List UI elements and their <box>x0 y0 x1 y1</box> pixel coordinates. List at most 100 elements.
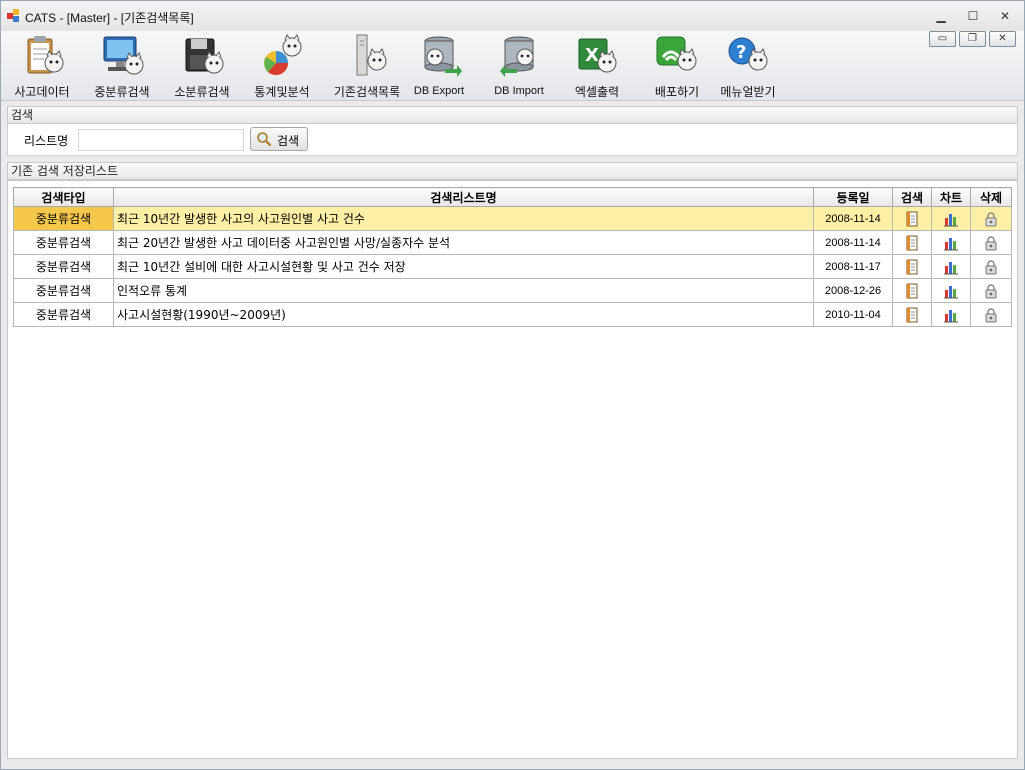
column-header-delete[interactable]: 삭제 <box>970 187 1012 207</box>
toolbar-sub-search-button[interactable]: 소분류검색 <box>167 33 237 99</box>
lock-delete-icon[interactable] <box>983 283 999 299</box>
notebook-icon[interactable] <box>904 259 920 275</box>
window-close-button[interactable]: ✕ <box>998 9 1012 23</box>
mdi-minimize-button[interactable]: ▭ <box>929 31 956 47</box>
row-list-name: 최근 10년간 설비에 대한 사고시설현황 및 사고 건수 저장 <box>113 254 814 279</box>
bar-chart-icon[interactable] <box>943 259 959 275</box>
column-header-search[interactable]: 검색 <box>892 187 932 207</box>
row-list-name: 최근 10년간 발생한 사고의 사고원인별 사고 건수 <box>113 206 814 231</box>
floppy-cat-icon <box>185 38 224 74</box>
row-chart-cell[interactable] <box>931 302 971 327</box>
mdi-restore-button[interactable]: ❐ <box>959 31 986 47</box>
column-header-chart[interactable]: 차트 <box>931 187 971 207</box>
column-header-type[interactable]: 검색타입 <box>13 187 114 207</box>
row-date: 2008-11-17 <box>813 254 893 279</box>
table-row[interactable]: 중분류검색 최근 20년간 발생한 사고 데이터중 사고원인별 사망/실종자수 분… <box>13 230 1012 255</box>
toolbar-manual-download-button[interactable]: ? 메뉴얼받기 <box>715 33 781 99</box>
row-chart-cell[interactable] <box>931 254 971 279</box>
bar-chart-icon[interactable] <box>943 211 959 227</box>
toolbar-label: 기존검색목록 <box>333 85 401 99</box>
notebook-icon[interactable] <box>904 211 920 227</box>
main-toolbar: 사고데이터 중분류검색 소분류검색 통계및분석 기존검색목록 DB Export… <box>1 31 1024 101</box>
notebook-icon[interactable] <box>904 307 920 323</box>
svg-text:?: ? <box>736 42 746 63</box>
toolbar-accident-data-button[interactable]: 사고데이터 <box>7 33 77 99</box>
toolbar-deploy-button[interactable]: 배포하기 <box>646 33 708 99</box>
toolbar-label: 배포하기 <box>654 85 700 99</box>
row-search-cell[interactable] <box>892 230 932 255</box>
window-maximize-button[interactable]: ☐ <box>966 9 980 23</box>
row-date: 2008-12-26 <box>813 278 893 303</box>
lock-delete-icon[interactable] <box>983 235 999 251</box>
row-delete-cell[interactable] <box>970 302 1012 327</box>
search-group-header: 검색 <box>7 106 1018 124</box>
row-delete-cell[interactable] <box>970 254 1012 279</box>
lock-delete-icon[interactable] <box>983 211 999 227</box>
toolbar-statistics-button[interactable]: 통계및분석 <box>247 33 317 99</box>
row-search-type: 중분류검색 <box>13 254 114 279</box>
mdi-controls: ▭ ❐ ✕ <box>929 31 1016 47</box>
row-chart-cell[interactable] <box>931 278 971 303</box>
main-window: CATS - [Master] - [기존검색목록] ▁ ☐ ✕ 사고데이터 중… <box>0 0 1025 770</box>
row-list-name: 인적오류 통계 <box>113 278 814 303</box>
table-row[interactable]: 중분류검색 최근 10년간 설비에 대한 사고시설현황 및 사고 건수 저장 200… <box>13 254 1012 279</box>
search-button[interactable]: 검색 <box>250 127 308 151</box>
toolbar-excel-export-button[interactable]: X 엑셀출력 <box>567 33 627 99</box>
toolbar-label: 소분류검색 <box>174 85 230 99</box>
table-row[interactable]: 중분류검색 인적오류 통계 2008-12-26 <box>13 278 1012 303</box>
mdi-close-button[interactable]: ✕ <box>989 31 1016 47</box>
saved-search-table: 검색타입 검색리스트명 등록일 검색 차트 삭제 중분류검색 최근 10년간 발생… <box>13 187 1012 327</box>
toolbar-mid-search-button[interactable]: 중분류검색 <box>87 33 157 99</box>
row-search-type: 중분류검색 <box>13 230 114 255</box>
toolbar-db-export-button[interactable]: DB Export <box>409 33 469 99</box>
column-header-date[interactable]: 등록일 <box>813 187 893 207</box>
toolbar-label: DB Import <box>494 85 544 97</box>
search-panel: 리스트명 검색 <box>7 124 1018 156</box>
database-import-cat-icon <box>500 36 534 77</box>
lock-delete-icon[interactable] <box>983 259 999 275</box>
row-list-name: 최근 20년간 발생한 사고 데이터중 사고원인별 사망/실종자수 분석 <box>113 230 814 255</box>
bar-chart-icon[interactable] <box>943 235 959 251</box>
window-title: CATS - [Master] - [기존검색목록] <box>25 11 194 25</box>
help-cat-icon: ? <box>728 37 768 71</box>
row-delete-cell[interactable] <box>970 230 1012 255</box>
row-search-cell[interactable] <box>892 206 932 231</box>
monitor-cat-icon <box>103 36 144 75</box>
row-search-type: 중분류검색 <box>13 206 114 231</box>
toolbar-label: DB Export <box>413 85 465 97</box>
table-row[interactable]: 중분류검색 최근 10년간 발생한 사고의 사고원인별 사고 건수 2008-11-… <box>13 206 1012 231</box>
list-name-input[interactable] <box>78 129 244 151</box>
lock-delete-icon[interactable] <box>983 307 999 323</box>
clipboard-cat-icon <box>27 36 64 74</box>
toolbar-label: 중분류검색 <box>94 85 150 99</box>
bar-chart-icon[interactable] <box>943 283 959 299</box>
row-delete-cell[interactable] <box>970 278 1012 303</box>
wifi-cat-icon <box>656 36 697 71</box>
toolbar-label: 메뉴얼받기 <box>720 85 776 99</box>
search-button-label: 검색 <box>277 134 300 148</box>
window-controls: ▁ ☐ ✕ <box>934 9 1012 23</box>
notebook-icon[interactable] <box>904 235 920 251</box>
row-search-cell[interactable] <box>892 302 932 327</box>
toolbar-label: 사고데이터 <box>14 85 70 99</box>
title-bar[interactable]: CATS - [Master] - [기존검색목록] ▁ ☐ ✕ <box>1 1 1024 31</box>
notebook-icon[interactable] <box>904 283 920 299</box>
row-date: 2008-11-14 <box>813 230 893 255</box>
toolbar-db-import-button[interactable]: DB Import <box>487 33 551 99</box>
toolbar-saved-search-list-button[interactable]: 기존검색목록 <box>327 33 407 99</box>
row-date: 2010-11-04 <box>813 302 893 327</box>
window-minimize-button[interactable]: ▁ <box>934 9 948 23</box>
column-header-name[interactable]: 검색리스트명 <box>113 187 814 207</box>
server-tower-cat-icon <box>356 34 387 76</box>
table-row[interactable]: 중분류검색 사고시설현황(1990년~2009년) 2010-11-04 <box>13 302 1012 327</box>
row-delete-cell[interactable] <box>970 206 1012 231</box>
bar-chart-icon[interactable] <box>943 307 959 323</box>
row-list-name: 사고시설현황(1990년~2009년) <box>113 302 814 327</box>
row-search-type: 중분류검색 <box>13 278 114 303</box>
list-name-label: 리스트명 <box>24 134 69 148</box>
row-search-cell[interactable] <box>892 278 932 303</box>
row-chart-cell[interactable] <box>931 206 971 231</box>
table-header-row: 검색타입 검색리스트명 등록일 검색 차트 삭제 <box>13 187 1012 207</box>
row-chart-cell[interactable] <box>931 230 971 255</box>
row-search-cell[interactable] <box>892 254 932 279</box>
